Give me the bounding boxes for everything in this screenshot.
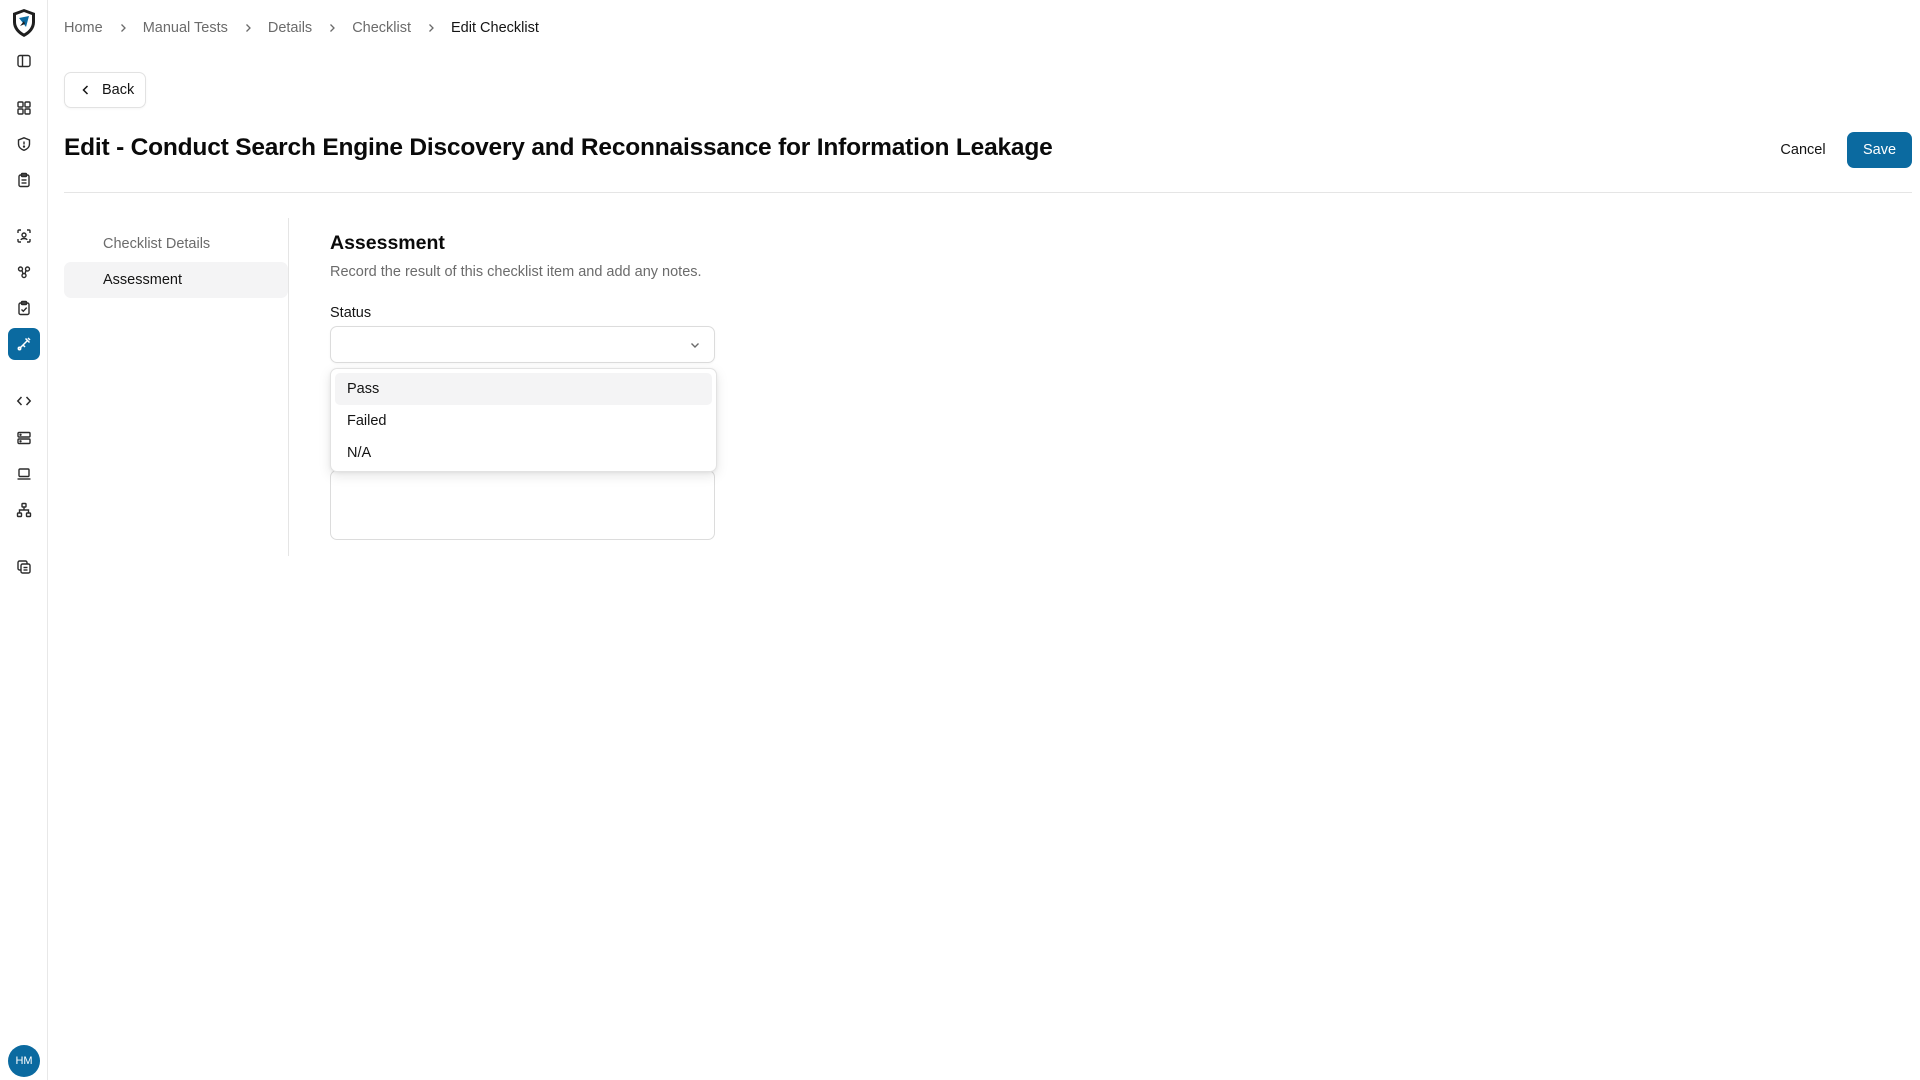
scan-icon[interactable] (8, 220, 40, 252)
network-icon[interactable] (8, 494, 40, 526)
server-icon[interactable] (8, 422, 40, 454)
back-button[interactable]: Back (64, 72, 146, 108)
copy-icon[interactable] (8, 551, 40, 583)
breadcrumb-checklist[interactable]: Checklist (352, 20, 411, 36)
chevron-left-icon (82, 85, 89, 95)
status-select[interactable] (330, 326, 715, 363)
status-option-failed[interactable]: Failed (335, 405, 712, 437)
laptop-icon[interactable] (8, 458, 40, 490)
breadcrumb-manual-tests[interactable]: Manual Tests (143, 20, 228, 36)
section-title: Assessment (330, 232, 445, 254)
subnav-item-checklist-details[interactable]: Checklist Details (64, 226, 288, 262)
page-title: Edit - Conduct Search Engine Discovery a… (64, 134, 1053, 161)
subnav-divider (288, 218, 289, 556)
icon-rail: HM (0, 0, 48, 1080)
manual-tests-icon[interactable] (8, 328, 40, 360)
clipboard-icon[interactable] (8, 164, 40, 196)
notes-textarea[interactable] (330, 470, 715, 540)
header-divider (64, 192, 1912, 193)
status-option-na[interactable]: N/A (335, 437, 712, 469)
back-button-label: Back (102, 82, 135, 98)
chevron-right-icon (240, 20, 256, 36)
chevron-down-icon (691, 343, 699, 348)
breadcrumb-home[interactable]: Home (64, 20, 103, 36)
save-button[interactable]: Save (1847, 132, 1912, 168)
chevron-right-icon (324, 20, 340, 36)
chevron-right-icon (115, 20, 131, 36)
section-description: Record the result of this checklist item… (330, 264, 702, 280)
chevron-right-icon (423, 20, 439, 36)
status-label: Status (330, 305, 372, 321)
clipboard-check-icon[interactable] (8, 292, 40, 324)
sidebar-toggle-icon[interactable] (8, 45, 40, 77)
code-icon[interactable] (8, 385, 40, 417)
cancel-button[interactable]: Cancel (1766, 132, 1840, 168)
groups-icon[interactable] (8, 256, 40, 288)
breadcrumb-details[interactable]: Details (268, 20, 312, 36)
status-dropdown-menu: Pass Failed N/A (330, 368, 717, 472)
shield-logo-icon[interactable] (8, 6, 40, 40)
breadcrumb: Home Manual Tests Details Checklist Edit… (64, 19, 539, 37)
breadcrumb-current: Edit Checklist (451, 20, 539, 36)
dashboard-icon[interactable] (8, 92, 40, 124)
shield-icon[interactable] (8, 128, 40, 160)
subnav-item-assessment[interactable]: Assessment (64, 262, 288, 298)
user-avatar[interactable]: HM (8, 1045, 40, 1077)
status-option-pass[interactable]: Pass (335, 373, 712, 405)
